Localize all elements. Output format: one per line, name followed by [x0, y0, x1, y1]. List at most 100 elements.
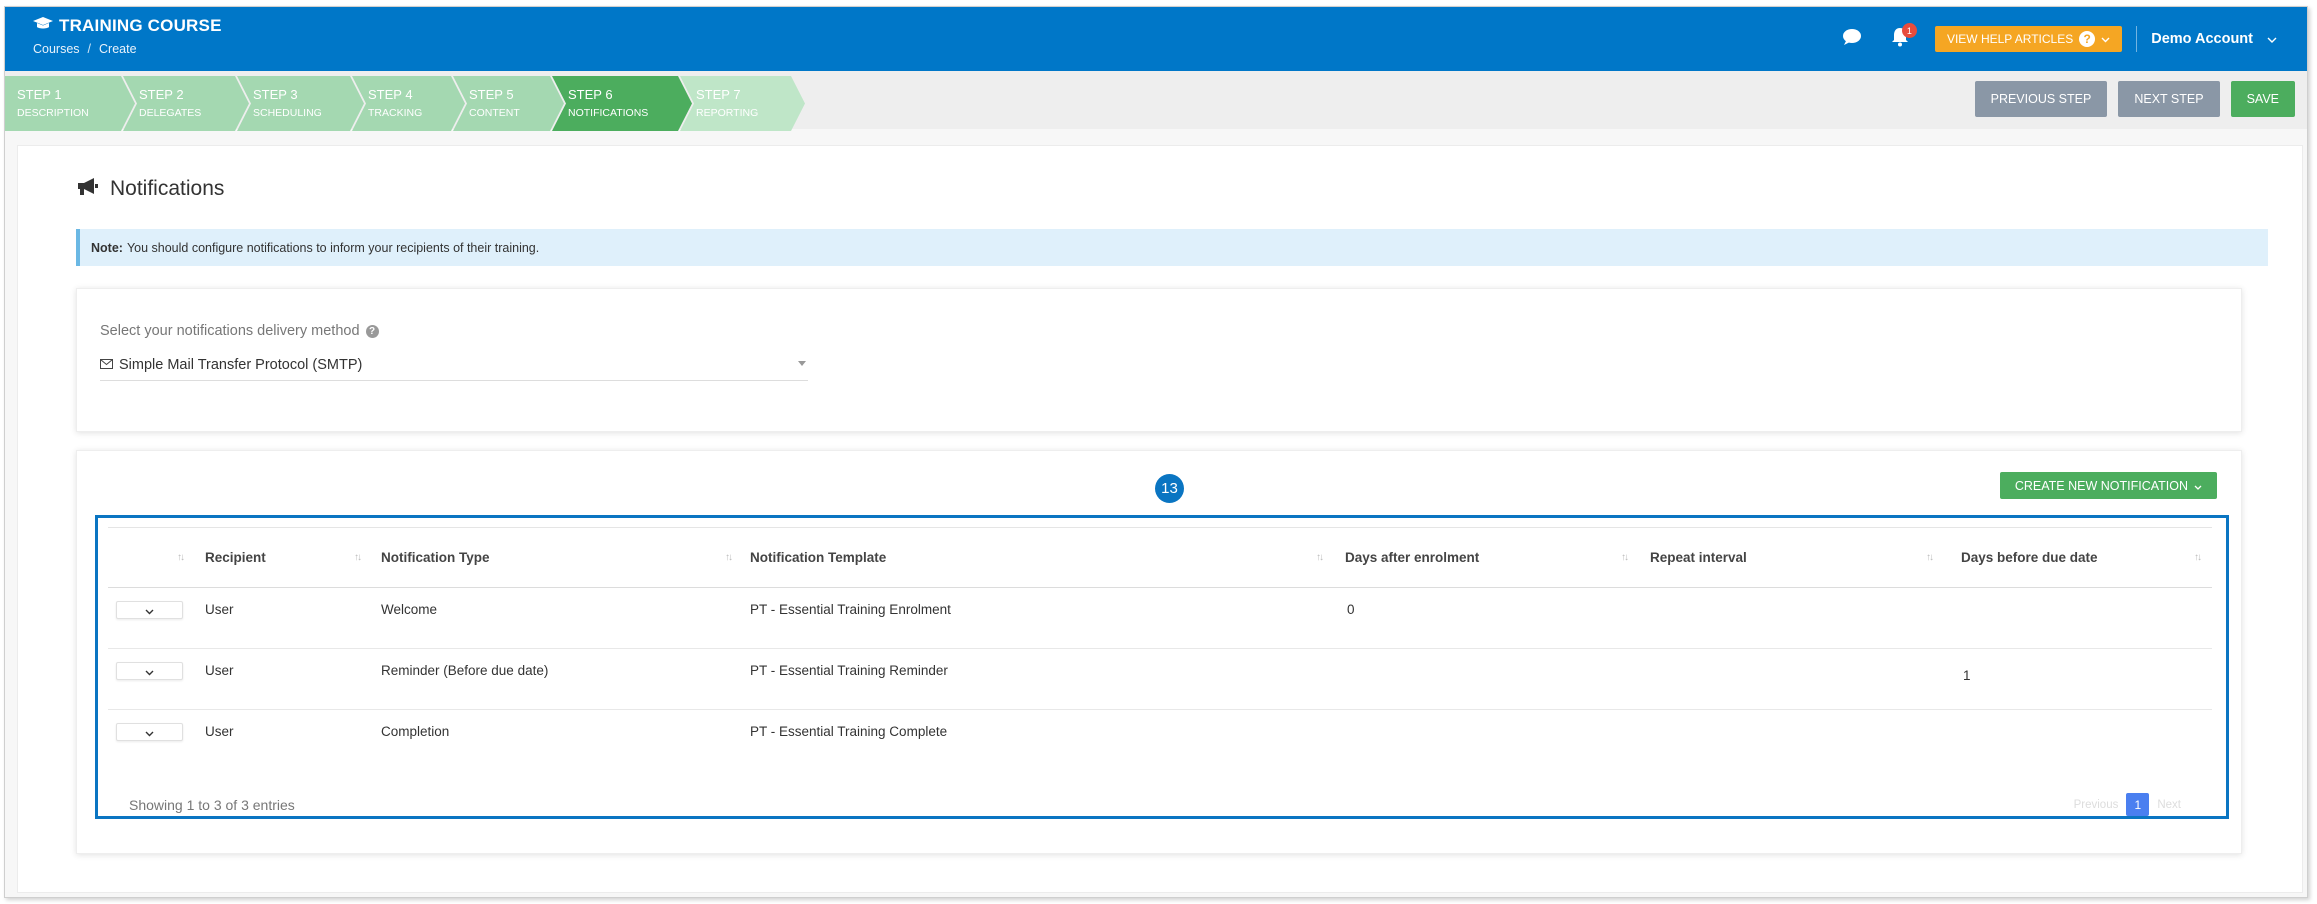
step-label: DELEGATES [139, 107, 202, 119]
step-content[interactable]: STEP 5 CONTENT [453, 76, 564, 131]
cell-notification-type: Completion [381, 724, 450, 739]
cell-notification-template: PT - Essential Training Reminder [750, 663, 948, 678]
header-divider [2136, 26, 2138, 52]
cell-notification-type: Welcome [381, 602, 438, 617]
pagination-page-1[interactable]: 1 [2126, 793, 2150, 816]
step-label: REPORTING [696, 107, 759, 119]
top-right-controls: 1 VIEW HELP ARTICLES ? Demo Account [1835, 7, 2307, 71]
sort-icon[interactable]: ↑↓ [1926, 552, 1934, 563]
column-notification-template[interactable]: Notification Template [750, 550, 886, 565]
wizard-steps: STEP 1 DESCRIPTION STEP 2 DELEGATES STEP… [5, 76, 793, 131]
sort-icon[interactable]: ↑↓ [177, 552, 185, 563]
sort-icon[interactable]: ↑↓ [725, 552, 733, 563]
page-title: Notifications [76, 176, 224, 202]
top-bar: TRAINING COURSE Courses / Create 1 VIEW … [5, 7, 2307, 71]
cell-days-after-enrolment: 0 [1347, 602, 1355, 617]
step-number: STEP 5 [469, 87, 514, 102]
pagination-previous[interactable]: Previous [2074, 799, 2119, 811]
sort-icon[interactable]: ↑↓ [1316, 552, 1324, 563]
account-name: Demo Account [2151, 31, 2253, 47]
envelope-icon [100, 357, 113, 373]
step-label: CONTENT [469, 107, 520, 119]
step-number: STEP 1 [17, 87, 62, 102]
step-label: SCHEDULING [253, 107, 322, 119]
sort-icon[interactable]: ↑↓ [354, 552, 362, 563]
cell-notification-type: Reminder (Before due date) [381, 663, 549, 678]
table-info: Showing 1 to 3 of 3 entries [129, 797, 295, 813]
question-circle-icon: ? [2079, 31, 2096, 47]
create-new-notification-button[interactable]: CREATE NEW NOTIFICATION [1999, 472, 2217, 499]
table-row: User Reminder (Before due date) PT - Ess… [108, 649, 2212, 710]
chevron-down-icon [145, 725, 154, 740]
next-step-button[interactable]: NEXT STEP [2118, 81, 2220, 117]
previous-step-button[interactable]: PREVIOUS STEP [1974, 81, 2108, 117]
question-circle-icon[interactable]: ? [365, 324, 379, 338]
sort-icon[interactable]: ↑↓ [1621, 552, 1629, 563]
row-expand-button[interactable] [116, 723, 183, 741]
note-text: You should configure notifications to in… [126, 240, 540, 255]
account-menu[interactable]: Demo Account [2151, 31, 2277, 47]
page-title-text: Notifications [110, 177, 225, 200]
row-expand-button[interactable] [116, 662, 183, 680]
step-description[interactable]: STEP 1 DESCRIPTION [5, 76, 135, 131]
step-tracking[interactable]: STEP 4 TRACKING [352, 76, 465, 131]
megaphone-icon [76, 176, 100, 202]
note-label: Note: [91, 240, 123, 255]
chevron-down-icon [2101, 32, 2110, 46]
row-expand-button[interactable] [116, 601, 183, 619]
delivery-method-card: Select your notifications delivery metho… [76, 288, 2242, 432]
help-articles-label: VIEW HELP ARTICLES [1946, 32, 2074, 46]
graduation-cap-icon [33, 16, 53, 36]
sort-icon[interactable]: ↑↓ [2194, 552, 2202, 563]
breadcrumb: Courses / Create [33, 42, 137, 56]
cell-notification-template: PT - Essential Training Enrolment [750, 602, 951, 617]
chevron-down-icon [145, 664, 154, 679]
pagination-next[interactable]: Next [2157, 799, 2181, 811]
chat-bubble-icon [1842, 28, 1862, 51]
create-new-notification-label: CREATE NEW NOTIFICATION [2014, 478, 2188, 493]
chat-button[interactable] [1835, 22, 1869, 56]
column-notification-type[interactable]: Notification Type [381, 550, 490, 565]
pagination: Previous 1 Next [2074, 793, 2181, 816]
save-button[interactable]: SAVE [2230, 81, 2295, 117]
chevron-down-icon [145, 603, 154, 618]
notifications-table: ↑↓ Recipient ↑↓ Notification Type ↑↓ Not… [108, 527, 2212, 771]
table-row: User Welcome PT - Essential Training Enr… [108, 588, 2212, 649]
wizard-steps-bar: STEP 1 DESCRIPTION STEP 2 DELEGATES STEP… [5, 71, 2307, 129]
notification-count-badge: 1 [1901, 23, 1917, 38]
app-title: TRAINING COURSE [33, 16, 222, 36]
chevron-down-icon [2194, 479, 2202, 493]
cell-notification-template: PT - Essential Training Complete [750, 724, 948, 739]
delivery-method-select[interactable]: Simple Mail Transfer Protocol (SMTP) [100, 349, 808, 381]
delivery-method-label-text: Select your notifications delivery metho… [100, 323, 360, 339]
step-number: STEP 4 [368, 87, 413, 102]
cell-recipient: User [205, 602, 234, 617]
column-days-after-enrolment[interactable]: Days after enrolment [1345, 550, 1479, 565]
step-notifications[interactable]: STEP 6 NOTIFICATIONS [552, 76, 692, 131]
breadcrumb-courses[interactable]: Courses [33, 42, 80, 56]
main-content: Notifications Note: You should configure… [17, 145, 2303, 893]
step-scheduling[interactable]: STEP 3 SCHEDULING [237, 76, 364, 131]
step-reporting[interactable]: STEP 7 REPORTING [680, 76, 805, 131]
step-label: TRACKING [368, 107, 423, 119]
cell-days-before-due-date: 1 [1963, 668, 1971, 683]
step-label: DESCRIPTION [17, 107, 89, 119]
column-repeat-interval[interactable]: Repeat interval [1650, 550, 1747, 565]
step-delegates[interactable]: STEP 2 DELEGATES [123, 76, 249, 131]
view-help-articles-button[interactable]: VIEW HELP ARTICLES ? [1934, 26, 2123, 52]
step-actions: PREVIOUS STEP NEXT STEP SAVE [1974, 81, 2295, 117]
table-row: User Completion PT - Essential Training … [108, 710, 2212, 771]
notifications-table-card: 13 CREATE NEW NOTIFICATION ↑↓ Recipient … [76, 450, 2242, 854]
column-recipient[interactable]: Recipient [205, 550, 266, 565]
step-number: STEP 6 [568, 87, 613, 102]
step-number: STEP 2 [139, 87, 184, 102]
annotation-marker: 13 [1155, 474, 1184, 503]
column-days-before-due-date[interactable]: Days before due date [1961, 550, 2098, 565]
step-label: NOTIFICATIONS [568, 107, 649, 119]
breadcrumb-create: Create [99, 42, 137, 56]
cell-recipient: User [205, 663, 234, 678]
breadcrumb-separator: / [87, 42, 92, 56]
notifications-button[interactable]: 1 [1883, 22, 1917, 56]
caret-down-icon [798, 361, 806, 366]
delivery-method-label: Select your notifications delivery metho… [100, 323, 379, 339]
